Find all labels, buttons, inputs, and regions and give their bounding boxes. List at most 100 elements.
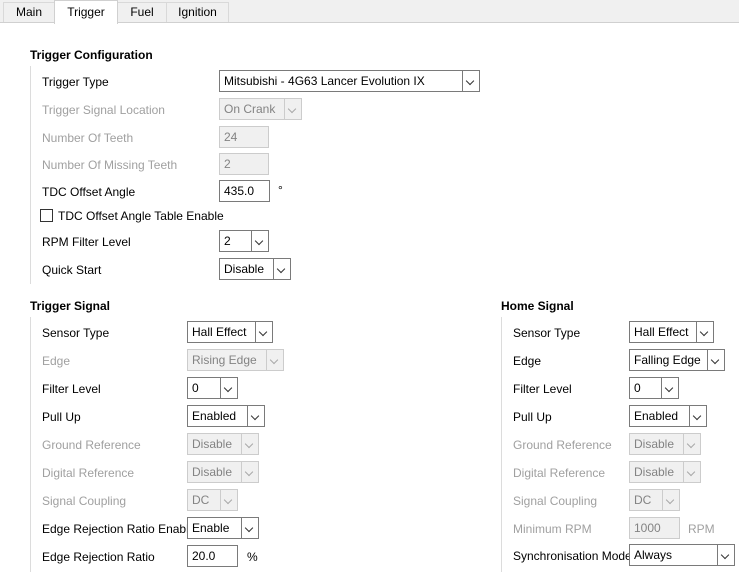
tab-ignition[interactable]: Ignition <box>166 2 229 23</box>
minimum-rpm-unit: RPM <box>688 522 715 536</box>
trigger-digital-reference-select[interactable]: Disable <box>187 461 259 483</box>
chevron-down-icon[interactable] <box>241 518 258 538</box>
home-signal-coupling-label: Signal Coupling <box>513 494 598 508</box>
tdc-offset-table-enable-checkbox[interactable] <box>40 209 53 222</box>
synchronisation-mode-value: Always <box>634 548 673 562</box>
trigger-sensor-type-value: Hall Effect <box>192 325 247 339</box>
rpm-filter-level-label: RPM Filter Level <box>42 235 131 249</box>
home-signal-title: Home Signal <box>501 299 574 313</box>
minimum-rpm-field[interactable]: 1000 <box>629 517 680 539</box>
home-edge-select[interactable]: Falling Edge <box>629 349 725 371</box>
trigger-signal-location-value: On Crank <box>224 102 276 116</box>
chevron-down-icon[interactable] <box>266 350 283 370</box>
chevron-down-icon[interactable] <box>241 462 258 482</box>
home-ground-reference-value: Disable <box>634 437 675 451</box>
chevron-down-icon[interactable] <box>683 462 700 482</box>
home-sensor-type-value: Hall Effect <box>634 325 689 339</box>
trigger-ground-reference-value: Disable <box>192 437 233 451</box>
quick-start-select[interactable]: Disable <box>219 258 291 280</box>
chevron-down-icon[interactable] <box>683 434 700 454</box>
synchronisation-mode-select[interactable]: Always <box>629 544 735 566</box>
trigger-sensor-type-label: Sensor Type <box>42 326 110 340</box>
home-signal-coupling-value: DC <box>634 493 652 507</box>
trigger-digital-reference-label: Digital Reference <box>42 466 135 480</box>
minimum-rpm-label: Minimum RPM <box>513 522 592 536</box>
home-filter-level-label: Filter Level <box>513 382 572 396</box>
edge-rejection-ratio-enable-select[interactable]: Enable <box>187 517 259 539</box>
quick-start-label: Quick Start <box>42 263 102 277</box>
edge-rejection-ratio-label: Edge Rejection Ratio <box>42 550 155 564</box>
trigger-pull-up-label: Pull Up <box>42 410 81 424</box>
home-filter-level-select[interactable]: 0 <box>629 377 679 399</box>
home-edge-label: Edge <box>513 354 542 368</box>
chevron-down-icon[interactable] <box>255 322 272 342</box>
quick-start-value: Disable <box>224 262 265 276</box>
chevron-down-icon[interactable] <box>662 490 679 510</box>
edge-rejection-ratio-enable-label: Edge Rejection Ratio Enable <box>42 522 196 536</box>
edge-rejection-ratio-field[interactable]: 20.0 <box>187 545 238 567</box>
trigger-signal-location-label: Trigger Signal Location <box>42 103 165 117</box>
trigger-configuration-title: Trigger Configuration <box>30 48 153 62</box>
edge-rejection-ratio-unit: % <box>247 550 258 564</box>
trigger-digital-reference-value: Disable <box>192 465 233 479</box>
number-of-missing-teeth-field[interactable]: 2 <box>219 153 269 175</box>
chevron-down-icon[interactable] <box>251 231 268 251</box>
chevron-down-icon[interactable] <box>220 490 237 510</box>
chevron-down-icon[interactable] <box>717 545 734 565</box>
home-digital-reference-label: Digital Reference <box>513 466 606 480</box>
chevron-down-icon[interactable] <box>707 350 724 370</box>
number-of-teeth-label: Number Of Teeth <box>42 131 134 145</box>
trigger-type-select[interactable]: Mitsubishi - 4G63 Lancer Evolution IX <box>219 70 480 92</box>
synchronisation-mode-label: Synchronisation Mode <box>513 549 632 563</box>
tab-fuel[interactable]: Fuel <box>117 2 167 23</box>
home-sensor-type-select[interactable]: Hall Effect <box>629 321 714 343</box>
trigger-edge-value: Rising Edge <box>192 353 257 367</box>
tdc-offset-angle-label: TDC Offset Angle <box>42 185 136 199</box>
trigger-signal-location-select[interactable]: On Crank <box>219 98 302 120</box>
home-pull-up-select[interactable]: Enabled <box>629 405 707 427</box>
number-of-teeth-field[interactable]: 24 <box>219 126 269 148</box>
trigger-edge-label: Edge <box>42 354 71 368</box>
home-pull-up-label: Pull Up <box>513 410 552 424</box>
chevron-down-icon[interactable] <box>689 406 706 426</box>
chevron-down-icon[interactable] <box>220 378 237 398</box>
chevron-down-icon[interactable] <box>284 99 301 119</box>
tdc-offset-table-enable-label: TDC Offset Angle Table Enable <box>58 209 224 223</box>
trigger-filter-level-value: 0 <box>192 381 199 395</box>
trigger-signal-coupling-label: Signal Coupling <box>42 494 127 508</box>
home-ground-reference-select[interactable]: Disable <box>629 433 701 455</box>
chevron-down-icon[interactable] <box>696 322 713 342</box>
trigger-edge-select[interactable]: Rising Edge <box>187 349 284 371</box>
chevron-down-icon[interactable] <box>661 378 678 398</box>
trigger-filter-level-label: Filter Level <box>42 382 101 396</box>
rpm-filter-level-select[interactable]: 2 <box>219 230 269 252</box>
home-signal-group-line <box>501 317 502 572</box>
trigger-type-label: Trigger Type <box>42 75 109 89</box>
trigger-pull-up-select[interactable]: Enabled <box>187 405 265 427</box>
trigger-filter-level-select[interactable]: 0 <box>187 377 238 399</box>
trigger-signal-coupling-select[interactable]: DC <box>187 489 238 511</box>
trigger-signal-coupling-value: DC <box>192 493 210 507</box>
tdc-offset-angle-field[interactable]: 435.0 <box>219 180 270 202</box>
home-edge-value: Falling Edge <box>634 353 701 367</box>
home-digital-reference-select[interactable]: Disable <box>629 461 701 483</box>
chevron-down-icon[interactable] <box>273 259 290 279</box>
chevron-down-icon[interactable] <box>462 71 479 91</box>
tab-trigger[interactable]: Trigger <box>54 0 118 24</box>
home-pull-up-value: Enabled <box>634 409 679 423</box>
trigger-type-value: Mitsubishi - 4G63 Lancer Evolution IX <box>224 74 425 88</box>
chevron-down-icon[interactable] <box>247 406 264 426</box>
chevron-down-icon[interactable] <box>241 434 258 454</box>
tdc-offset-angle-unit: ° <box>278 183 283 197</box>
home-signal-coupling-select[interactable]: DC <box>629 489 680 511</box>
home-ground-reference-label: Ground Reference <box>513 438 612 452</box>
home-sensor-type-label: Sensor Type <box>513 326 581 340</box>
trigger-configuration-group-line <box>30 66 31 284</box>
trigger-sensor-type-select[interactable]: Hall Effect <box>187 321 273 343</box>
home-digital-reference-value: Disable <box>634 465 675 479</box>
trigger-ground-reference-select[interactable]: Disable <box>187 433 259 455</box>
rpm-filter-level-value: 2 <box>224 234 231 248</box>
tab-main[interactable]: Main <box>3 2 55 23</box>
edge-rejection-ratio-enable-value: Enable <box>192 521 230 535</box>
trigger-signal-title: Trigger Signal <box>30 299 111 313</box>
